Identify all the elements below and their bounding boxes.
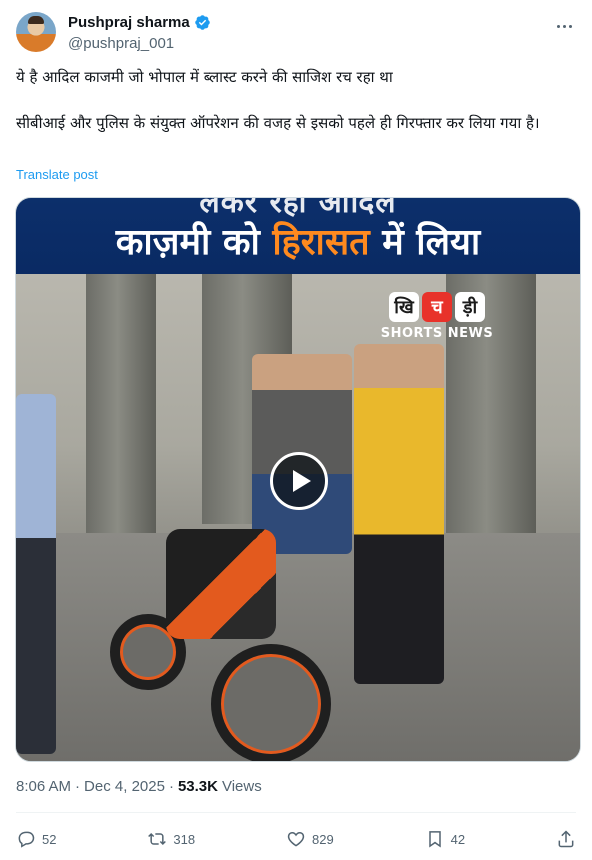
logo-subtitle: SHORTS NEWS (380, 326, 494, 341)
banner-text-part1: काज़मी को (115, 222, 273, 263)
like-icon (287, 831, 305, 847)
like-button[interactable]: 829 (286, 829, 334, 849)
tweet-meta: 8:06 AM · Dec 4, 2025 · 53.3K Views (16, 778, 262, 795)
officer-figure (16, 394, 56, 754)
verified-badge-icon (194, 15, 210, 30)
video-frame: खि च ड़ी SHORTS NEWS (16, 274, 580, 761)
bike-body (166, 529, 276, 639)
banner-headline: काज़मी को हिरासत में लिया (16, 216, 580, 265)
translate-post-link[interactable]: Translate post (16, 167, 98, 182)
views-count: 53.3K (177, 778, 218, 795)
author-display-name[interactable]: Pushpraj sharma (68, 14, 190, 31)
share-button[interactable] (556, 829, 576, 849)
tweet-text: ये है आदिल काजमी जो भोपाल में ब्लास्ट कर… (16, 66, 576, 135)
tweet-header: Pushpraj sharma @pushpraj_001 (16, 12, 576, 56)
reply-icon (18, 831, 35, 848)
tweet-line-1: ये है आदिल काजमी जो भोपाल में ब्लास्ट कर… (16, 68, 393, 86)
post-date[interactable]: Dec 4, 2025 (84, 778, 165, 795)
repost-icon (148, 832, 167, 846)
divider (16, 812, 576, 813)
author-name[interactable]: Pushpraj sharma (68, 14, 211, 31)
bookmark-button[interactable]: 42 (425, 829, 465, 849)
post-time[interactable]: 8:06 AM (16, 778, 71, 795)
reply-button[interactable]: 52 (16, 829, 56, 849)
banner-text-highlight: हिरासत (272, 222, 370, 263)
logo-letter-1: खि (389, 292, 419, 322)
repost-button[interactable]: 318 (147, 829, 195, 849)
bookmark-count: 42 (450, 831, 466, 847)
play-icon (292, 470, 311, 492)
pillar-left (86, 274, 156, 574)
meta-separator: · (75, 778, 81, 795)
logo-letter-2: च (422, 292, 452, 322)
action-bar: 52 318 829 42 (16, 826, 576, 852)
meta-separator: · (168, 778, 174, 795)
channel-logo: खि च ड़ी SHORTS NEWS (372, 292, 502, 352)
share-icon (558, 830, 574, 848)
bike-front-wheel (211, 644, 331, 761)
play-button[interactable] (270, 452, 328, 510)
banner-text-part2: में लिया (369, 222, 481, 263)
video-banner: लेकर रहा आदिल काज़मी को हिरासत में लिया (16, 198, 580, 274)
bookmark-icon (428, 831, 441, 848)
views-label: Views (221, 778, 262, 795)
like-count: 829 (311, 831, 334, 847)
repost-count: 318 (173, 831, 196, 847)
reply-count: 52 (42, 831, 57, 847)
logo-letter-3: ड़ी (455, 292, 485, 322)
more-icon[interactable] (552, 16, 576, 36)
author-handle[interactable]: @pushpraj_001 (68, 35, 174, 52)
yellow-jacket-man (354, 344, 444, 684)
video-player[interactable]: लेकर रहा आदिल काज़मी को हिरासत में लिया … (15, 197, 581, 762)
avatar[interactable] (16, 12, 56, 52)
tweet-line-2: सीबीआई और पुलिस के संयुक्त ऑपरेशन की वजह… (16, 114, 540, 132)
